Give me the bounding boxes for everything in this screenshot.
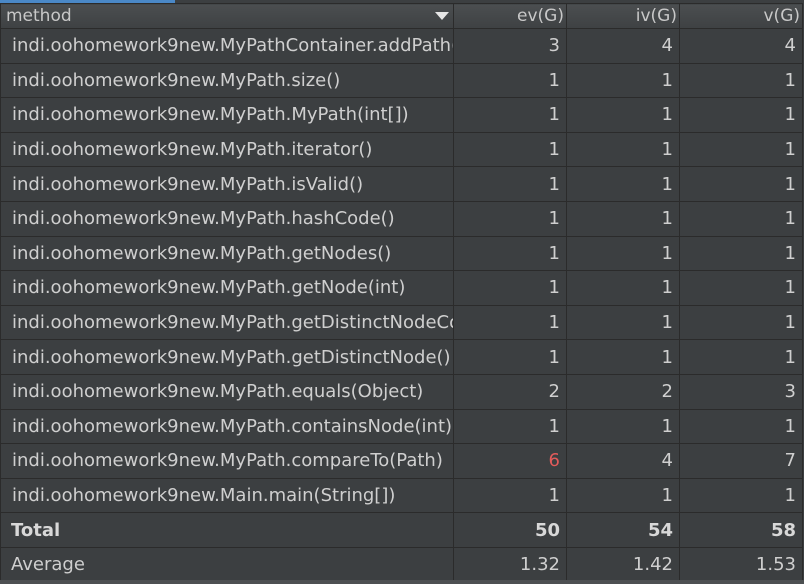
column-header-method[interactable]: method: [0, 3, 454, 29]
iv-cell: 4: [566, 443, 680, 479]
table-row[interactable]: indi.oohomework9new.MyPath.equals(Object…: [0, 373, 803, 410]
table-row[interactable]: indi.oohomework9new.MyPath.getDistinctNo…: [0, 339, 803, 375]
ev-cell: 1: [453, 304, 567, 341]
table-row[interactable]: indi.oohomework9new.Main.main(String[]) …: [0, 477, 803, 514]
iv-cell: 1: [566, 408, 680, 445]
average-label: Average: [0, 546, 454, 583]
ev-cell: 3: [453, 28, 567, 64]
method-cell: indi.oohomework9new.MyPath.compareTo(Pat…: [0, 443, 454, 479]
v-cell: 1: [679, 97, 803, 133]
horizontal-scrollbar[interactable]: [0, 580, 804, 584]
iv-cell: 2: [566, 373, 680, 410]
v-cell: 3: [679, 373, 803, 410]
method-cell: indi.oohomework9new.MyPath.getNode(int): [0, 270, 454, 306]
v-cell: 4: [679, 28, 803, 64]
average-row: Average 1.32 1.42 1.53: [0, 546, 803, 583]
table-row[interactable]: indi.oohomework9new.MyPath.MyPath(int[])…: [0, 97, 803, 133]
method-cell: indi.oohomework9new.MyPath.isValid(): [0, 166, 454, 202]
iv-cell: 1: [566, 97, 680, 133]
v-cell: 1: [679, 270, 803, 306]
iv-cell: 1: [566, 270, 680, 306]
ev-cell-highlighted: 6: [453, 443, 567, 479]
iv-cell: 1: [566, 339, 680, 375]
ev-cell: 1: [453, 97, 567, 133]
ev-cell: 1: [453, 339, 567, 375]
v-cell: 1: [679, 166, 803, 202]
table-row[interactable]: indi.oohomework9new.MyPath.compareTo(Pat…: [0, 443, 803, 479]
ev-cell: 1: [453, 62, 567, 99]
v-cell: 1: [679, 62, 803, 99]
method-cell: indi.oohomework9new.MyPath.iterator(): [0, 131, 454, 168]
iv-cell: 4: [566, 28, 680, 64]
ev-cell: 1: [453, 270, 567, 306]
table-row[interactable]: indi.oohomework9new.MyPath.getDistinctNo…: [0, 304, 803, 341]
v-cell: 1: [679, 477, 803, 514]
iv-cell: 1: [566, 166, 680, 202]
method-cell: indi.oohomework9new.Main.main(String[]): [0, 477, 454, 514]
table-row[interactable]: indi.oohomework9new.MyPathContainer.addP…: [0, 28, 803, 64]
chevron-down-icon[interactable]: [435, 12, 449, 20]
table-row[interactable]: indi.oohomework9new.MyPath.hashCode() 1 …: [0, 200, 803, 237]
v-cell: 7: [679, 443, 803, 479]
method-cell: indi.oohomework9new.MyPath.size(): [0, 62, 454, 99]
ev-cell: 1: [453, 166, 567, 202]
v-cell: 1: [679, 408, 803, 445]
total-label: Total: [0, 512, 454, 548]
ev-cell: 1: [453, 408, 567, 445]
table-row[interactable]: indi.oohomework9new.MyPath.size() 1 1 1: [0, 62, 803, 99]
total-row: Total 50 54 58: [0, 512, 803, 548]
average-ev: 1.32: [453, 546, 567, 583]
column-header-v[interactable]: v(G): [679, 3, 803, 29]
table-row[interactable]: indi.oohomework9new.MyPath.getNodes() 1 …: [0, 235, 803, 272]
method-cell: indi.oohomework9new.MyPath.getNodes(): [0, 235, 454, 272]
ev-cell: 1: [453, 235, 567, 272]
v-cell: 1: [679, 339, 803, 375]
ev-cell: 1: [453, 200, 567, 237]
method-cell: indi.oohomework9new.MyPath.MyPath(int[]): [0, 97, 454, 133]
table-row[interactable]: indi.oohomework9new.MyPath.iterator() 1 …: [0, 131, 803, 168]
ev-cell: 1: [453, 477, 567, 514]
method-cell: indi.oohomework9new.MyPath.getDistinctNo…: [0, 304, 454, 341]
iv-cell: 1: [566, 235, 680, 272]
v-cell: 1: [679, 304, 803, 341]
average-v: 1.53: [679, 546, 803, 583]
table-row[interactable]: indi.oohomework9new.MyPath.isValid() 1 1…: [0, 166, 803, 202]
iv-cell: 1: [566, 131, 680, 168]
iv-cell: 1: [566, 62, 680, 99]
column-header-iv[interactable]: iv(G): [566, 3, 680, 29]
iv-cell: 1: [566, 200, 680, 237]
method-cell: indi.oohomework9new.MyPath.equals(Object…: [0, 373, 454, 410]
ev-cell: 2: [453, 373, 567, 410]
column-header-ev[interactable]: ev(G): [453, 3, 567, 29]
metrics-table: method ev(G) iv(G) v(G) indi.oohomework9…: [0, 3, 803, 583]
total-ev: 50: [453, 512, 567, 548]
v-cell: 1: [679, 200, 803, 237]
method-cell: indi.oohomework9new.MyPathContainer.addP…: [0, 28, 454, 64]
table-header-row: method ev(G) iv(G) v(G): [0, 3, 803, 29]
method-cell: indi.oohomework9new.MyPath.hashCode(): [0, 200, 454, 237]
v-cell: 1: [679, 131, 803, 168]
v-cell: 1: [679, 235, 803, 272]
table-row[interactable]: indi.oohomework9new.MyPath.containsNode(…: [0, 408, 803, 445]
column-header-method-label: method: [6, 6, 72, 26]
ev-cell: 1: [453, 131, 567, 168]
method-cell: indi.oohomework9new.MyPath.containsNode(…: [0, 408, 454, 445]
total-iv: 54: [566, 512, 680, 548]
method-cell: indi.oohomework9new.MyPath.getDistinctNo…: [0, 339, 454, 375]
average-iv: 1.42: [566, 546, 680, 583]
total-v: 58: [679, 512, 803, 548]
table-row[interactable]: indi.oohomework9new.MyPath.getNode(int) …: [0, 270, 803, 306]
iv-cell: 1: [566, 304, 680, 341]
iv-cell: 1: [566, 477, 680, 514]
